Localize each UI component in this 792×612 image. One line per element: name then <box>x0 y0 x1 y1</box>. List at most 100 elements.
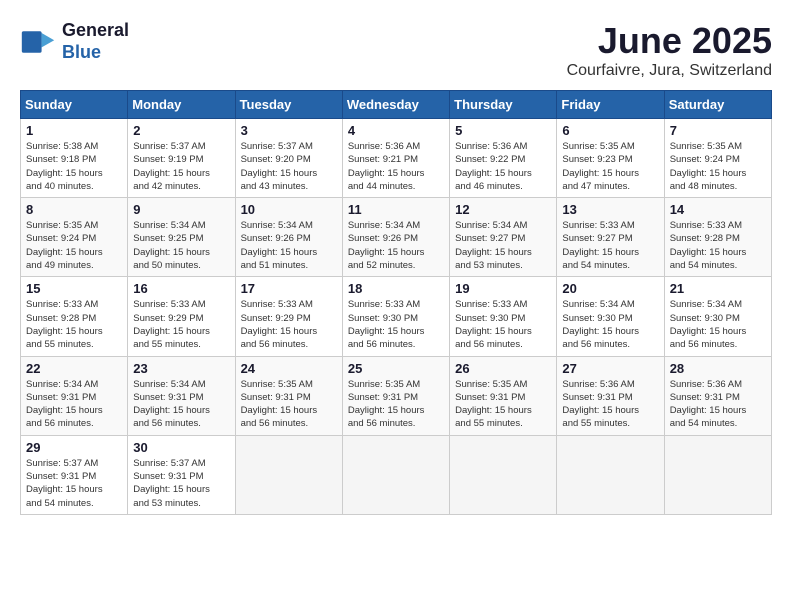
day-info: Sunrise: 5:34 AM Sunset: 9:26 PM Dayligh… <box>241 219 337 272</box>
header-sunday: Sunday <box>21 91 128 119</box>
table-row: 26 Sunrise: 5:35 AM Sunset: 9:31 PM Dayl… <box>450 356 557 435</box>
sunrise-label: Sunrise: 5:35 AM <box>562 141 634 152</box>
day-number: 4 <box>348 123 444 138</box>
daylight-minutes: and 55 minutes. <box>562 418 630 429</box>
sunset-label: Sunset: 9:28 PM <box>26 313 96 324</box>
table-row: 17 Sunrise: 5:33 AM Sunset: 9:29 PM Dayl… <box>235 277 342 356</box>
calendar-week-row: 22 Sunrise: 5:34 AM Sunset: 9:31 PM Dayl… <box>21 356 772 435</box>
table-row: 22 Sunrise: 5:34 AM Sunset: 9:31 PM Dayl… <box>21 356 128 435</box>
table-row: 28 Sunrise: 5:36 AM Sunset: 9:31 PM Dayl… <box>664 356 771 435</box>
sunrise-label: Sunrise: 5:33 AM <box>241 299 313 310</box>
day-info: Sunrise: 5:38 AM Sunset: 9:18 PM Dayligh… <box>26 140 122 193</box>
day-number: 21 <box>670 281 766 296</box>
sunrise-label: Sunrise: 5:37 AM <box>26 458 98 469</box>
sunset-label: Sunset: 9:29 PM <box>241 313 311 324</box>
sunrise-label: Sunrise: 5:35 AM <box>26 220 98 231</box>
daylight-minutes: and 56 minutes. <box>241 418 309 429</box>
daylight-label: Daylight: 15 hours <box>133 326 210 337</box>
day-info: Sunrise: 5:34 AM Sunset: 9:31 PM Dayligh… <box>133 378 229 431</box>
day-info: Sunrise: 5:36 AM Sunset: 9:22 PM Dayligh… <box>455 140 551 193</box>
table-row: 2 Sunrise: 5:37 AM Sunset: 9:19 PM Dayli… <box>128 119 235 198</box>
sunset-label: Sunset: 9:30 PM <box>348 313 418 324</box>
table-row: 29 Sunrise: 5:37 AM Sunset: 9:31 PM Dayl… <box>21 435 128 514</box>
day-number: 30 <box>133 440 229 455</box>
sunset-label: Sunset: 9:31 PM <box>133 392 203 403</box>
logo-icon <box>20 24 56 60</box>
sunset-label: Sunset: 9:31 PM <box>241 392 311 403</box>
day-number: 13 <box>562 202 658 217</box>
calendar-week-row: 15 Sunrise: 5:33 AM Sunset: 9:28 PM Dayl… <box>21 277 772 356</box>
table-row: 27 Sunrise: 5:36 AM Sunset: 9:31 PM Dayl… <box>557 356 664 435</box>
day-number: 12 <box>455 202 551 217</box>
daylight-label: Daylight: 15 hours <box>455 405 532 416</box>
day-number: 23 <box>133 361 229 376</box>
table-row <box>557 435 664 514</box>
table-row: 1 Sunrise: 5:38 AM Sunset: 9:18 PM Dayli… <box>21 119 128 198</box>
daylight-minutes: and 46 minutes. <box>455 181 523 192</box>
sunset-label: Sunset: 9:30 PM <box>562 313 632 324</box>
sunset-label: Sunset: 9:30 PM <box>670 313 740 324</box>
daylight-label: Daylight: 15 hours <box>348 247 425 258</box>
sunrise-label: Sunrise: 5:35 AM <box>241 379 313 390</box>
sunrise-label: Sunrise: 5:33 AM <box>348 299 420 310</box>
day-info: Sunrise: 5:33 AM Sunset: 9:29 PM Dayligh… <box>241 298 337 351</box>
daylight-label: Daylight: 15 hours <box>26 247 103 258</box>
header-friday: Friday <box>557 91 664 119</box>
daylight-minutes: and 53 minutes. <box>455 260 523 271</box>
table-row: 3 Sunrise: 5:37 AM Sunset: 9:20 PM Dayli… <box>235 119 342 198</box>
daylight-label: Daylight: 15 hours <box>241 247 318 258</box>
daylight-minutes: and 40 minutes. <box>26 181 94 192</box>
sunrise-label: Sunrise: 5:37 AM <box>241 141 313 152</box>
daylight-label: Daylight: 15 hours <box>241 326 318 337</box>
table-row <box>342 435 449 514</box>
daylight-label: Daylight: 15 hours <box>133 405 210 416</box>
table-row: 23 Sunrise: 5:34 AM Sunset: 9:31 PM Dayl… <box>128 356 235 435</box>
daylight-minutes: and 56 minutes. <box>348 339 416 350</box>
table-row: 9 Sunrise: 5:34 AM Sunset: 9:25 PM Dayli… <box>128 198 235 277</box>
day-info: Sunrise: 5:33 AM Sunset: 9:28 PM Dayligh… <box>26 298 122 351</box>
day-number: 1 <box>26 123 122 138</box>
table-row: 5 Sunrise: 5:36 AM Sunset: 9:22 PM Dayli… <box>450 119 557 198</box>
daylight-label: Daylight: 15 hours <box>562 405 639 416</box>
daylight-minutes: and 55 minutes. <box>455 418 523 429</box>
sunrise-label: Sunrise: 5:35 AM <box>670 141 742 152</box>
day-info: Sunrise: 5:37 AM Sunset: 9:31 PM Dayligh… <box>133 457 229 510</box>
sunrise-label: Sunrise: 5:34 AM <box>133 379 205 390</box>
daylight-minutes: and 54 minutes. <box>562 260 630 271</box>
day-info: Sunrise: 5:35 AM Sunset: 9:31 PM Dayligh… <box>455 378 551 431</box>
daylight-label: Daylight: 15 hours <box>26 405 103 416</box>
sunset-label: Sunset: 9:18 PM <box>26 154 96 165</box>
daylight-minutes: and 53 minutes. <box>133 498 201 509</box>
day-info: Sunrise: 5:36 AM Sunset: 9:31 PM Dayligh… <box>562 378 658 431</box>
day-info: Sunrise: 5:37 AM Sunset: 9:19 PM Dayligh… <box>133 140 229 193</box>
sunrise-label: Sunrise: 5:34 AM <box>241 220 313 231</box>
sunrise-label: Sunrise: 5:34 AM <box>133 220 205 231</box>
table-row: 11 Sunrise: 5:34 AM Sunset: 9:26 PM Dayl… <box>342 198 449 277</box>
sunset-label: Sunset: 9:28 PM <box>670 233 740 244</box>
day-info: Sunrise: 5:33 AM Sunset: 9:27 PM Dayligh… <box>562 219 658 272</box>
sunset-label: Sunset: 9:30 PM <box>455 313 525 324</box>
day-info: Sunrise: 5:35 AM Sunset: 9:23 PM Dayligh… <box>562 140 658 193</box>
sunset-label: Sunset: 9:31 PM <box>670 392 740 403</box>
sunset-label: Sunset: 9:25 PM <box>133 233 203 244</box>
day-info: Sunrise: 5:34 AM Sunset: 9:26 PM Dayligh… <box>348 219 444 272</box>
day-number: 9 <box>133 202 229 217</box>
header-thursday: Thursday <box>450 91 557 119</box>
daylight-label: Daylight: 15 hours <box>562 326 639 337</box>
daylight-minutes: and 52 minutes. <box>348 260 416 271</box>
daylight-label: Daylight: 15 hours <box>241 405 318 416</box>
table-row: 24 Sunrise: 5:35 AM Sunset: 9:31 PM Dayl… <box>235 356 342 435</box>
sunset-label: Sunset: 9:26 PM <box>348 233 418 244</box>
day-info: Sunrise: 5:34 AM Sunset: 9:27 PM Dayligh… <box>455 219 551 272</box>
sunrise-label: Sunrise: 5:33 AM <box>133 299 205 310</box>
day-number: 18 <box>348 281 444 296</box>
calendar-week-row: 1 Sunrise: 5:38 AM Sunset: 9:18 PM Dayli… <box>21 119 772 198</box>
sunset-label: Sunset: 9:31 PM <box>562 392 632 403</box>
day-info: Sunrise: 5:34 AM Sunset: 9:30 PM Dayligh… <box>670 298 766 351</box>
day-info: Sunrise: 5:33 AM Sunset: 9:28 PM Dayligh… <box>670 219 766 272</box>
daylight-minutes: and 55 minutes. <box>26 339 94 350</box>
table-row <box>450 435 557 514</box>
day-info: Sunrise: 5:34 AM Sunset: 9:31 PM Dayligh… <box>26 378 122 431</box>
daylight-minutes: and 43 minutes. <box>241 181 309 192</box>
sunrise-label: Sunrise: 5:36 AM <box>455 141 527 152</box>
